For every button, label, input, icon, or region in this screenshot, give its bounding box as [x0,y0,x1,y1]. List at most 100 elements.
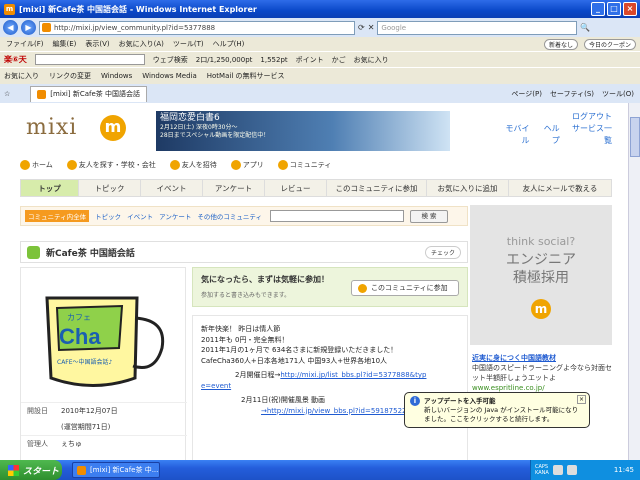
back-icon[interactable]: ◀ [3,20,18,35]
check-button[interactable]: チェック [424,245,461,259]
taskbar-item-label: [mixi] 新Cafe茶 中... [90,466,159,474]
url-field[interactable]: http://mixi.jp/view_community.pl?id=5377… [39,20,355,35]
desc-line: CafeCha360人+日本各地171人 中国93人+世界各地10人 [201,356,388,365]
banner-title: 福岡恋愛白書6 [160,113,220,123]
sponsor-desc-1: 中国語のスピードラーニングよ今なら対面セット半額肝しょうエットよ [472,364,612,382]
subnav-find-friends-label: 友人を探す・学校・会社 [78,161,156,169]
scope-event[interactable]: イベント [127,211,153,221]
nav-tell-friend[interactable]: 友人にメールで教える [509,180,611,196]
coupon-link[interactable]: 今日のクーポン [583,38,636,50]
vertical-scrollbar[interactable] [628,103,640,460]
community-title-bar: 新Cafe茶 中国語会話 チェック [20,241,468,263]
mixi-m-logo[interactable]: m [100,115,126,141]
menu-edit[interactable]: 編集(E) [53,39,77,49]
menu-view[interactable]: 表示(V) [85,39,109,49]
tab-mixi[interactable]: [mixi] 新Cafe茶 中国語会話 [30,85,147,102]
clock[interactable]: 11:45 [614,466,634,474]
nav-event[interactable]: イベント [141,180,203,196]
fav-item-links[interactable]: リンクの変更 [49,71,91,81]
subnav-invite[interactable]: 友人を招待 [169,160,217,170]
ad-banner[interactable]: 福岡恋愛白書6 2月12日(土) 深夜0時30分～ 28日までスペシャル動画を限… [156,111,450,151]
balloon-close-icon[interactable]: × [577,395,586,404]
scope-survey[interactable]: アンケート [159,211,191,221]
nav-top[interactable]: トップ [21,180,79,196]
ime-status[interactable]: CAPS KANA [535,464,549,476]
event-list-link[interactable]: http://mixi.jp/list_bbs.pl?id=5377888&ty… [280,371,426,379]
scroll-thumb[interactable] [630,117,640,157]
nav-topic[interactable]: トピック [79,180,141,196]
menu-favorites[interactable]: お気に入り(A) [119,39,164,49]
nav-survey[interactable]: アンケート [203,180,265,196]
join-community-button[interactable]: このコミュニティに参加 [351,280,459,296]
rakuten-points-total[interactable]: 2口/1,250,000pt [196,55,253,65]
tools-menu[interactable]: ツール(O) [602,89,634,99]
scope-other[interactable]: その他のコミュニティ [197,211,262,221]
fav-item-hotmail[interactable]: HotMail の無料サービス [207,71,285,81]
stop-icon[interactable]: ✕ [368,23,375,32]
community-search-row: コミュニティ内全体 トピック イベント アンケート その他のコミュニティ 検 索 [20,206,468,226]
search-input[interactable]: Google [377,20,578,35]
rakuten-favorites[interactable]: お気に入り [354,55,389,65]
start-label: スタート [23,466,60,477]
rakuten-point-link[interactable]: ポイント [296,55,324,65]
event-list-link-cont[interactable]: e=event [201,381,459,392]
fav-item-favorites[interactable]: お気に入り [4,71,39,81]
rakuten-points[interactable]: 1,552pt [260,56,287,64]
subnav-home-label: ホーム [32,161,53,169]
subnav-apps[interactable]: アプリ [230,160,264,170]
start-button[interactable]: スタート [0,460,62,480]
close-button[interactable]: × [623,2,637,16]
sponsor-title-1[interactable]: 近実に身につく中国語教材 [472,353,612,363]
page-menu[interactable]: ページ(P) [511,89,542,99]
nav-review[interactable]: レビュー [265,180,327,196]
search-icon[interactable]: 🔍 [580,23,590,32]
fav-item-windows-media[interactable]: Windows Media [142,72,197,80]
community-search-button[interactable]: 検 索 [410,209,448,223]
mobile-link[interactable]: モバイル [500,123,530,147]
rakuten-web-search[interactable]: ウェブ検索 [153,55,188,65]
taskbar-item-ie[interactable]: [mixi] 新Cafe茶 中... [72,462,160,478]
scope-topic[interactable]: トピック [95,211,121,221]
balloon-title: アップデートを入手可能 [424,396,496,405]
scope-all[interactable]: コミュニティ内全体 [25,210,90,222]
rakuten-logo[interactable]: 楽⑥天 [4,54,27,65]
new-mail-badge[interactable]: 新着なし [543,38,578,50]
nav-join[interactable]: このコミュニティに参加 [327,180,427,196]
community-search-input[interactable] [270,210,404,222]
menu-file[interactable]: ファイル(F) [6,39,44,49]
network-tray-icon[interactable] [566,465,577,475]
subnav-home[interactable]: ホーム [20,160,53,170]
safety-menu[interactable]: セーフティ(S) [550,89,594,99]
favorites-star-icon[interactable]: ☆ [4,90,10,98]
subnav-community-label: コミュニティ [289,161,332,169]
subnav-community[interactable]: コミュニティ [277,160,332,170]
help-link[interactable]: ヘルプ [538,123,560,147]
logout-link[interactable]: ログアウト [572,111,612,123]
ad-line2: エンジニア [506,252,576,268]
mixi-logo[interactable]: mixi [26,115,77,140]
sub-nav: ホーム 友人を探す・学校・会社 友人を招待 アプリ コミュニティ [20,157,612,173]
rakuten-cart[interactable]: かご [332,55,346,65]
ie-window: m [mixi] 新Cafe茶 中国語会話 - Windows Internet… [0,0,640,480]
menu-help[interactable]: ヘルプ(H) [213,39,245,49]
apps-icon [230,160,241,170]
fav-item-windows[interactable]: Windows [101,72,132,80]
rakuten-search-input[interactable] [34,54,145,65]
admin-link[interactable]: ぇちゅ [61,438,82,450]
refresh-icon[interactable]: ⟳ [358,23,365,32]
ad-line3: 積極採用 [513,270,569,286]
subnav-find-friends[interactable]: 友人を探す・学校・会社 [66,160,156,170]
services-link[interactable]: サービス一覧 [568,123,612,147]
nav-add-favorite[interactable]: お気に入りに追加 [427,180,509,196]
menu-tools[interactable]: ツール(T) [173,39,204,49]
java-update-balloon[interactable]: i アップデートを入手可能 新しいバージョンの Java がインストール可能になり… [404,392,590,428]
desc-line: 2011年も 0円・完全無料！ [201,335,289,344]
search-placeholder: Google [381,23,407,32]
java-tray-icon[interactable] [552,465,563,475]
forward-icon[interactable]: ▶ [21,20,36,35]
minimize-button[interactable]: _ [591,2,605,16]
main-nav: トップ トピック イベント アンケート レビュー このコミュニティに参加 お気に… [20,179,612,197]
engineer-ad[interactable]: think social? エンジニア 積極採用 m [470,205,612,345]
mixi-icon [358,283,367,293]
maximize-button[interactable]: □ [607,2,621,16]
